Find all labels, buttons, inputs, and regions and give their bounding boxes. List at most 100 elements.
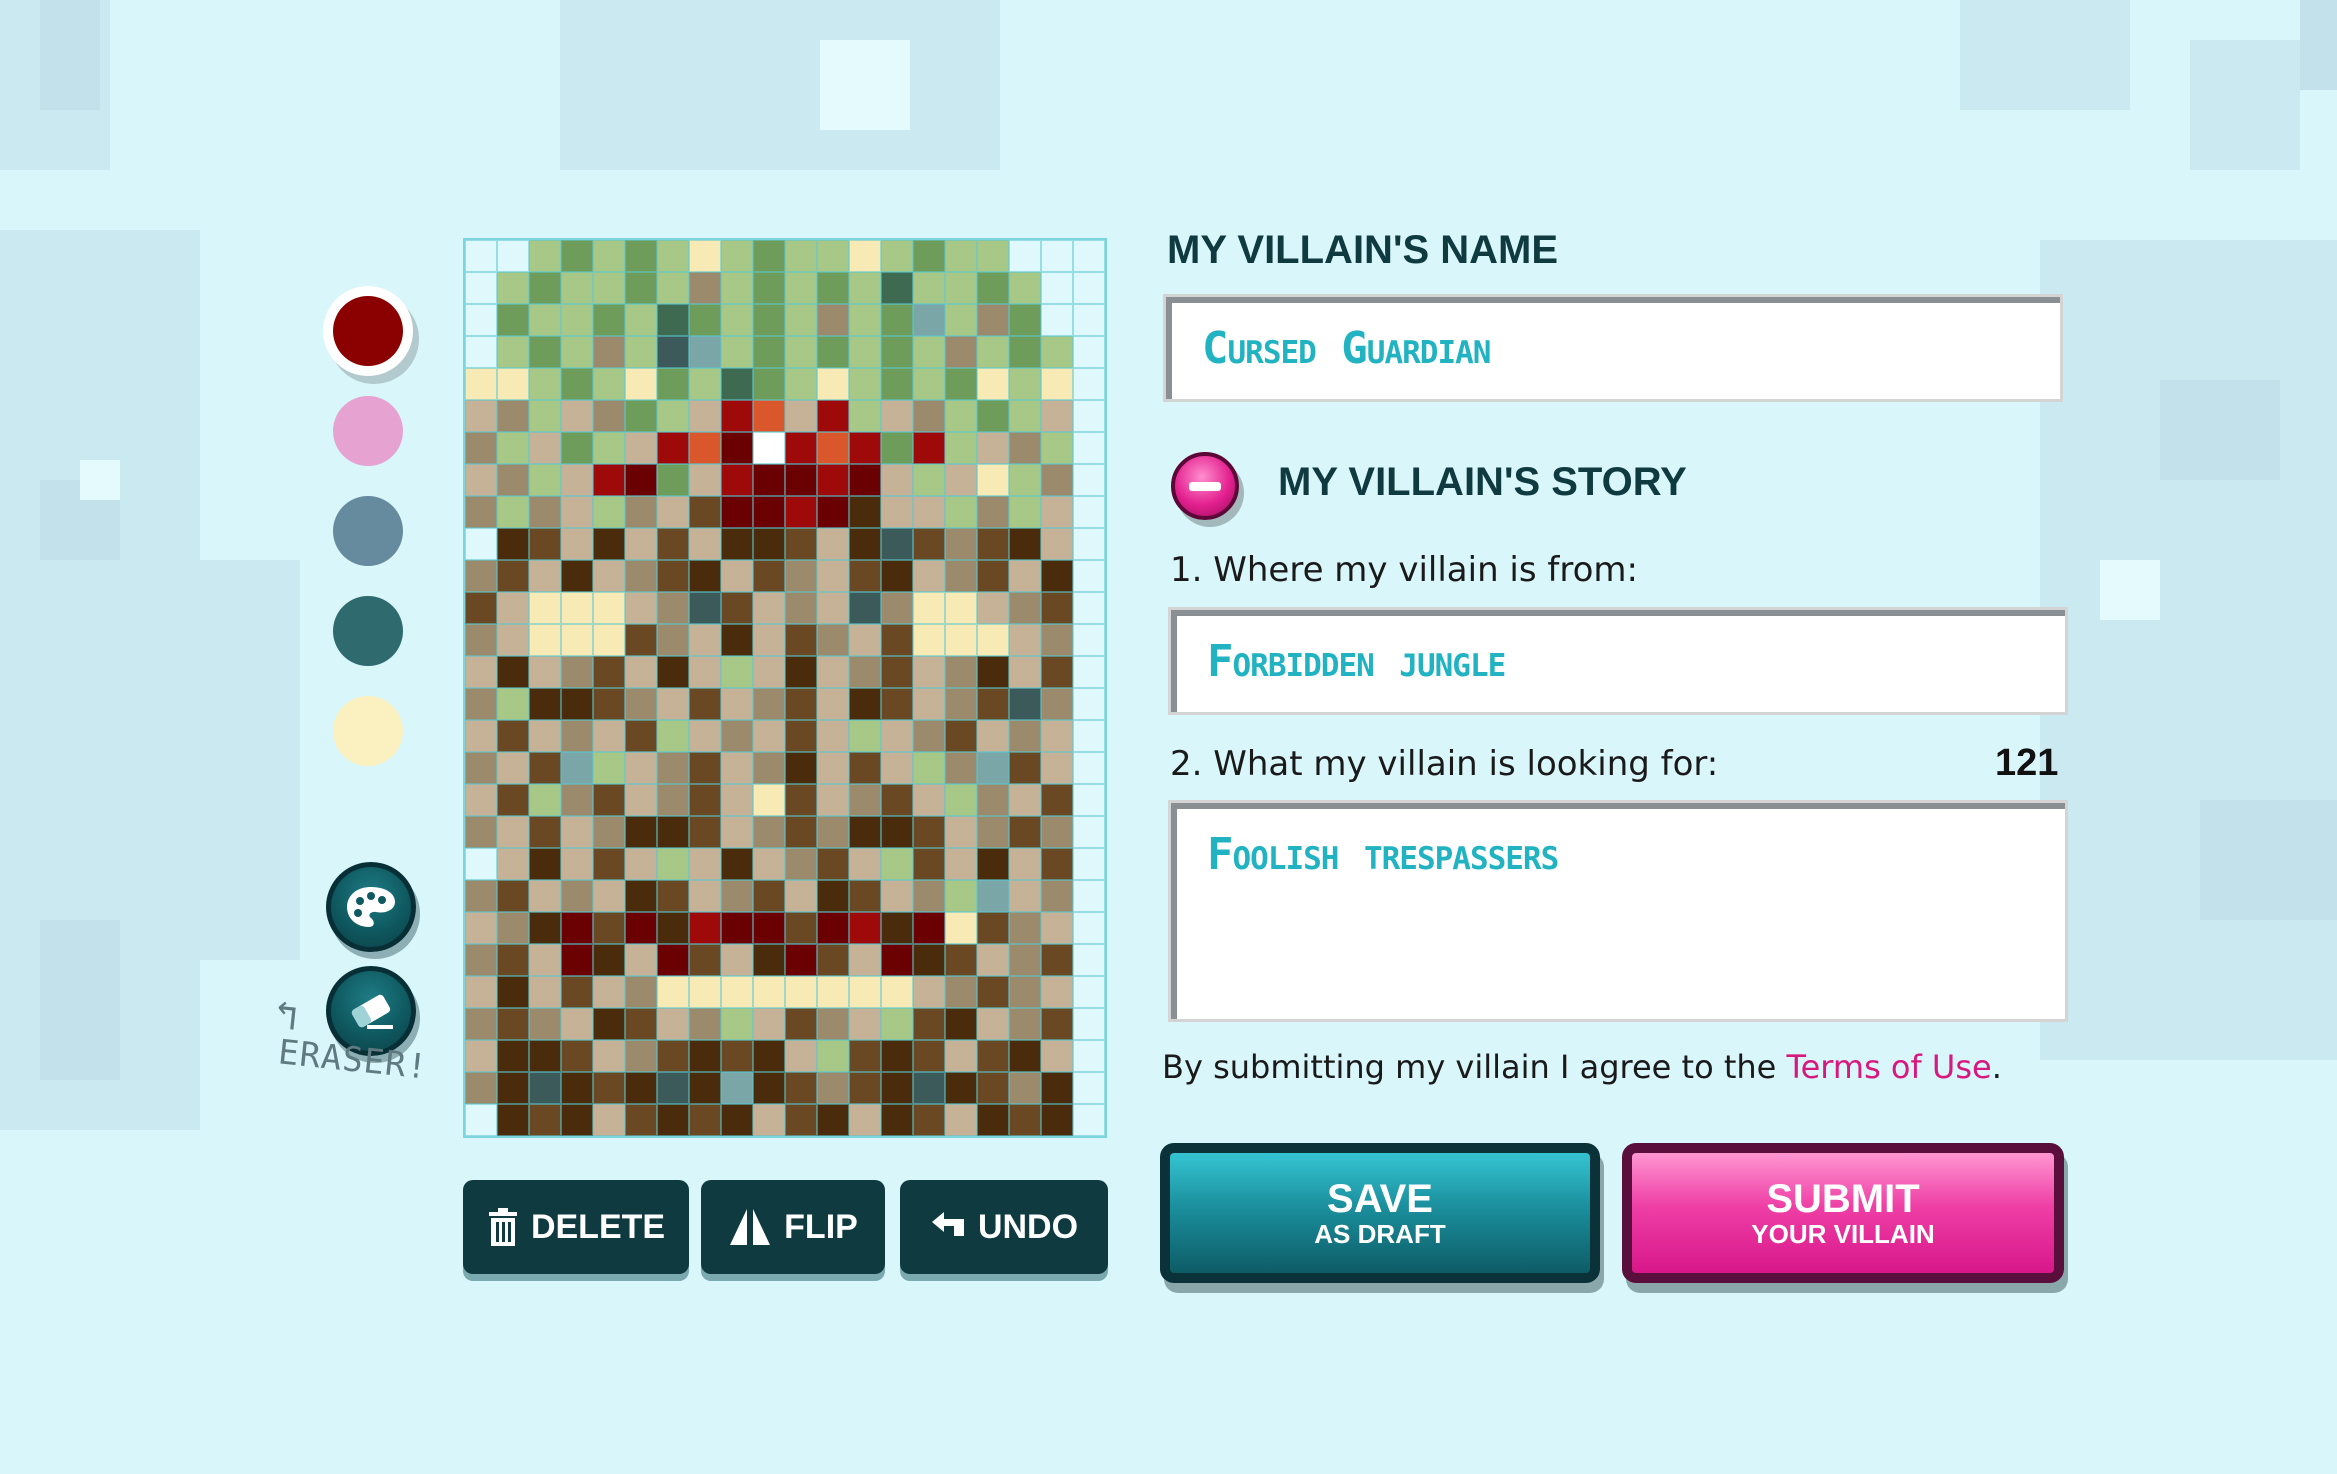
pixel-cell[interactable] [849, 816, 881, 848]
pixel-cell[interactable] [881, 496, 913, 528]
pixel-cell[interactable] [753, 1008, 785, 1040]
pixel-cell[interactable] [465, 400, 497, 432]
pixel-cell[interactable] [881, 880, 913, 912]
pixel-cell[interactable] [849, 304, 881, 336]
pixel-cell[interactable] [881, 336, 913, 368]
pixel-cell[interactable] [1009, 1072, 1041, 1104]
pixel-cell[interactable] [497, 560, 529, 592]
pixel-cell[interactable] [529, 240, 561, 272]
pixel-cell[interactable] [977, 816, 1009, 848]
pixel-cell[interactable] [785, 496, 817, 528]
pixel-cell[interactable] [625, 560, 657, 592]
pixel-cell[interactable] [593, 336, 625, 368]
pixel-cell[interactable] [1041, 304, 1073, 336]
pixel-cell[interactable] [849, 592, 881, 624]
pixel-cell[interactable] [529, 880, 561, 912]
pixel-cell[interactable] [977, 1008, 1009, 1040]
pixel-cell[interactable] [1073, 752, 1105, 784]
pixel-cell[interactable] [497, 720, 529, 752]
pixel-cell[interactable] [1041, 336, 1073, 368]
pixel-cell[interactable] [1009, 336, 1041, 368]
pixel-cell[interactable] [1041, 720, 1073, 752]
pixel-cell[interactable] [753, 944, 785, 976]
pixel-cell[interactable] [817, 912, 849, 944]
pixel-cell[interactable] [721, 496, 753, 528]
pixel-cell[interactable] [817, 240, 849, 272]
pixel-cell[interactable] [785, 368, 817, 400]
pixel-cell[interactable] [1073, 592, 1105, 624]
pixel-cell[interactable] [593, 912, 625, 944]
pixel-cell[interactable] [1073, 1040, 1105, 1072]
pixel-cell[interactable] [785, 784, 817, 816]
pixel-cell[interactable] [785, 656, 817, 688]
pixel-cell[interactable] [945, 1008, 977, 1040]
pixel-cell[interactable] [625, 1040, 657, 1072]
pixel-cell[interactable] [849, 464, 881, 496]
pixel-cell[interactable] [625, 944, 657, 976]
pixel-cell[interactable] [721, 912, 753, 944]
pixel-cell[interactable] [913, 336, 945, 368]
pixel-cell[interactable] [977, 1104, 1009, 1136]
pixel-cell[interactable] [945, 464, 977, 496]
pixel-cell[interactable] [945, 912, 977, 944]
pixel-cell[interactable] [593, 1072, 625, 1104]
pixel-cell[interactable] [529, 304, 561, 336]
pixel-cell[interactable] [721, 528, 753, 560]
pixel-cell[interactable] [625, 1008, 657, 1040]
pixel-cell[interactable] [465, 624, 497, 656]
pixel-cell[interactable] [625, 720, 657, 752]
pixel-cell[interactable] [1073, 272, 1105, 304]
pixel-cell[interactable] [593, 528, 625, 560]
pixel-cell[interactable] [881, 848, 913, 880]
pixel-cell[interactable] [817, 976, 849, 1008]
pixel-cell[interactable] [817, 528, 849, 560]
pixel-cell[interactable] [1009, 560, 1041, 592]
pixel-cell[interactable] [593, 816, 625, 848]
pixel-cell[interactable] [1009, 240, 1041, 272]
pixel-cell[interactable] [561, 240, 593, 272]
pixel-cell[interactable] [689, 560, 721, 592]
pixel-cell[interactable] [945, 944, 977, 976]
pixel-cell[interactable] [817, 752, 849, 784]
pixel-cell[interactable] [529, 1072, 561, 1104]
pixel-cell[interactable] [625, 848, 657, 880]
pixel-cell[interactable] [689, 720, 721, 752]
pixel-cell[interactable] [881, 784, 913, 816]
pixel-cell[interactable] [945, 720, 977, 752]
pixel-cell[interactable] [945, 880, 977, 912]
pixel-cell[interactable] [657, 528, 689, 560]
pixel-cell[interactable] [657, 720, 689, 752]
pixel-cell[interactable] [1073, 656, 1105, 688]
pixel-cell[interactable] [721, 400, 753, 432]
pixel-cell[interactable] [593, 848, 625, 880]
pixel-cell[interactable] [1041, 368, 1073, 400]
pixel-cell[interactable] [913, 848, 945, 880]
pixel-cell[interactable] [529, 368, 561, 400]
pixel-cell[interactable] [465, 1072, 497, 1104]
pixel-cell[interactable] [881, 1104, 913, 1136]
pixel-cell[interactable] [593, 304, 625, 336]
pixel-cell[interactable] [593, 464, 625, 496]
pixel-cell[interactable] [1041, 272, 1073, 304]
pixel-cell[interactable] [721, 784, 753, 816]
pixel-cell[interactable] [689, 688, 721, 720]
pixel-cell[interactable] [593, 240, 625, 272]
pixel-cell[interactable] [977, 1072, 1009, 1104]
pixel-cell[interactable] [913, 464, 945, 496]
pixel-cell[interactable] [465, 752, 497, 784]
pixel-cell[interactable] [913, 1072, 945, 1104]
pixel-cell[interactable] [689, 464, 721, 496]
pixel-cell[interactable] [1073, 560, 1105, 592]
pixel-cell[interactable] [977, 464, 1009, 496]
pixel-cell[interactable] [721, 880, 753, 912]
pixel-cell[interactable] [881, 272, 913, 304]
pixel-cell[interactable] [721, 1040, 753, 1072]
pixel-cell[interactable] [625, 528, 657, 560]
pixel-cell[interactable] [561, 848, 593, 880]
pixel-cell[interactable] [817, 624, 849, 656]
pixel-cell[interactable] [1041, 816, 1073, 848]
pixel-cell[interactable] [689, 528, 721, 560]
pixel-cell[interactable] [561, 1104, 593, 1136]
pixel-cell[interactable] [1041, 880, 1073, 912]
pixel-cell[interactable] [721, 336, 753, 368]
